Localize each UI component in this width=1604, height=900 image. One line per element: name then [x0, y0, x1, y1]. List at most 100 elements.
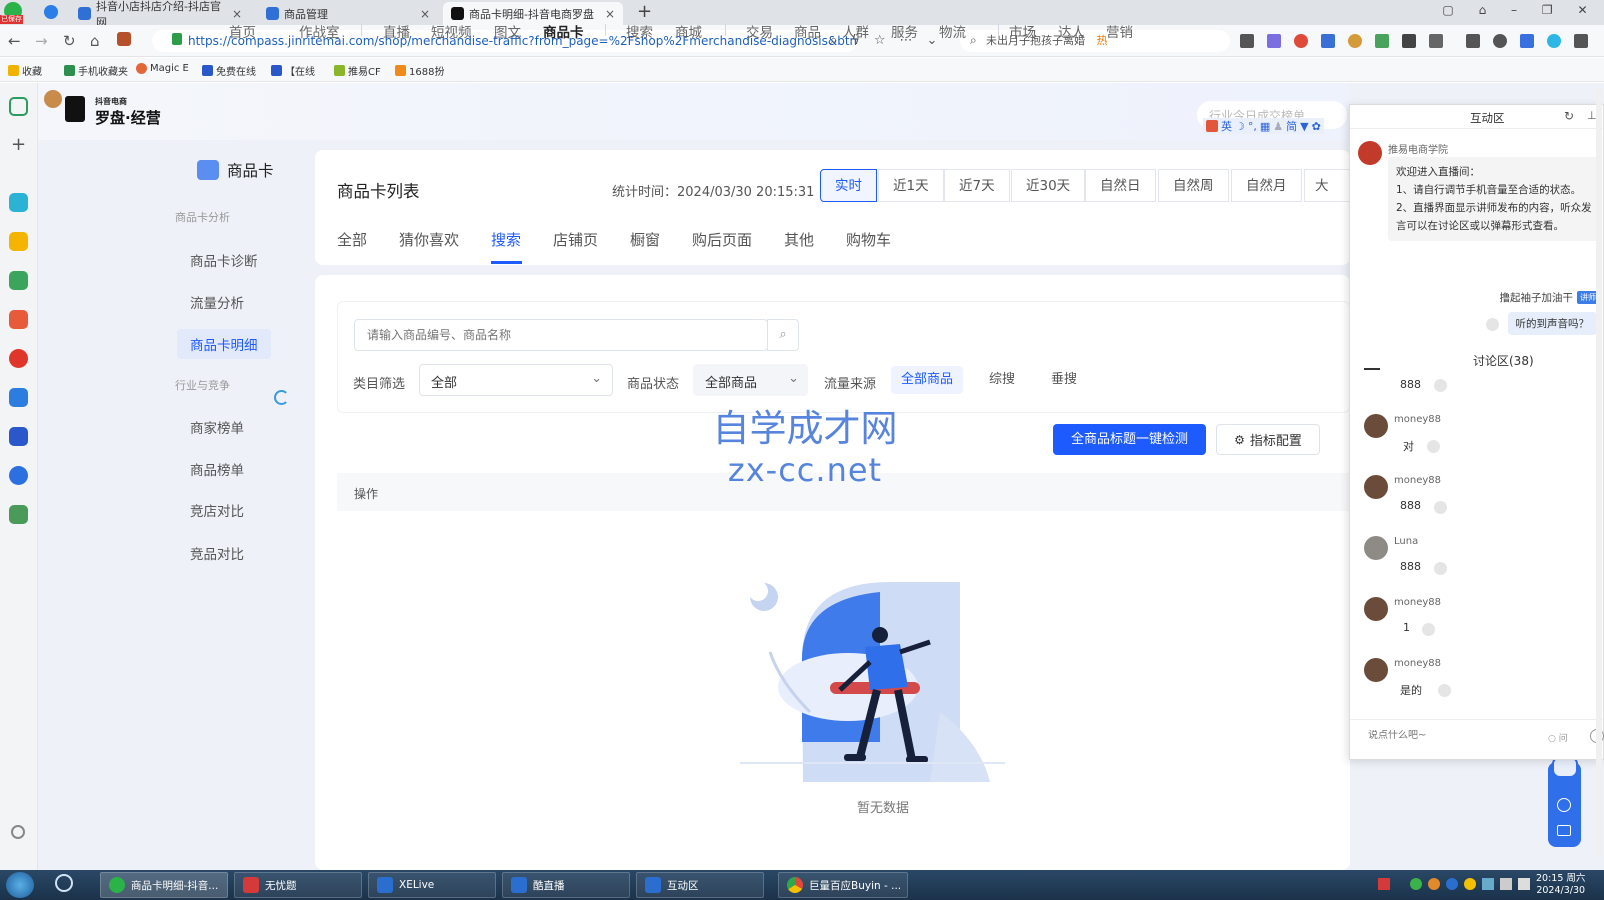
brand-name[interactable]: 罗盘·经营 — [95, 107, 161, 128]
close-icon[interactable]: × — [232, 7, 242, 21]
rail-app-icon[interactable] — [9, 271, 28, 290]
bookmark-item[interactable]: 收藏 — [8, 63, 42, 78]
ai-icon[interactable] — [1520, 34, 1534, 48]
minimize-icon[interactable]: – — [1511, 3, 1517, 17]
taskbar-item-buyin[interactable]: 巨量百应Buyin - ... — [778, 872, 908, 898]
ask-toggle[interactable]: ○ 问 — [1548, 731, 1568, 744]
ime-english-icon[interactable]: 英 — [1221, 118, 1232, 134]
reaction-icon[interactable] — [1434, 562, 1447, 575]
home-icon[interactable]: ⌂ — [90, 32, 100, 50]
time-week-button[interactable]: 自然周 — [1158, 169, 1229, 202]
ime-user-icon[interactable]: ♟ — [1273, 120, 1283, 133]
nav-image-text[interactable]: 图文 — [494, 21, 521, 41]
time-30d-button[interactable]: 近30天 — [1011, 169, 1086, 202]
nav-trade[interactable]: 交易 — [746, 21, 773, 41]
bookmark-item[interactable]: Magic E — [136, 63, 189, 74]
web-search-field[interactable]: 未出月子抱孩子离婚 热 — [960, 30, 1230, 52]
tray-app-icon[interactable] — [1482, 878, 1494, 890]
title-check-button[interactable]: 全商品标题一键检测 — [1053, 424, 1206, 455]
ext-blue-icon[interactable] — [1547, 34, 1561, 48]
nav-home[interactable]: 首页 — [229, 21, 256, 41]
sidebar-item-product-rank[interactable]: 商品榜单 — [190, 459, 244, 479]
source-all-chip[interactable]: 全部商品 — [891, 366, 964, 394]
panel-scrollbar[interactable] — [1596, 88, 1602, 858]
bookmark-item[interactable]: 免费在线 — [202, 63, 256, 78]
time-7d-button[interactable]: 近7天 — [944, 169, 1010, 202]
shirt-icon[interactable]: ⌂ — [1479, 3, 1487, 17]
source-general-search-chip[interactable]: 综搜 — [979, 366, 1025, 394]
settings-icon[interactable] — [11, 825, 25, 839]
nav-war-room[interactable]: 作战室 — [299, 21, 340, 41]
reaction-icon[interactable] — [1486, 318, 1499, 331]
ime-keyboard-icon[interactable]: ▦ — [1260, 120, 1270, 133]
add-icon[interactable]: + — [9, 136, 28, 155]
bookmark-item[interactable]: 推易CF — [334, 63, 381, 78]
time-realtime-button[interactable]: 实时 — [820, 169, 877, 202]
start-button[interactable] — [6, 872, 34, 898]
close-window-icon[interactable]: ✕ — [1577, 3, 1587, 17]
nav-market[interactable]: 市场 — [1009, 21, 1036, 41]
tab-doudian[interactable]: 抖音小店抖店介绍-抖店官网 × — [70, 0, 250, 29]
undo-icon[interactable] — [1493, 34, 1507, 48]
help-icon[interactable] — [1557, 798, 1571, 812]
status-select[interactable]: 全部商品 ⌄ — [693, 364, 808, 396]
menu-icon[interactable] — [1574, 34, 1588, 48]
chat-input[interactable] — [1368, 730, 1528, 741]
restore-icon[interactable]: ❐ — [1542, 3, 1553, 17]
nav-live[interactable]: 直播 — [383, 21, 410, 41]
reaction-icon[interactable] — [1427, 440, 1440, 453]
taskbar-item-app[interactable]: 无忧题 — [234, 872, 362, 898]
taskbar-item-live[interactable]: 酷直播 — [502, 872, 630, 898]
reaction-icon[interactable] — [1434, 501, 1447, 514]
tab-all[interactable]: 全部 — [337, 229, 367, 250]
sidebar-item-product-compare[interactable]: 竞品对比 — [190, 543, 244, 563]
tab-other[interactable]: 其他 — [784, 229, 814, 250]
ime-logo-icon[interactable] — [1206, 120, 1218, 132]
scissors-icon[interactable] — [1240, 34, 1254, 48]
extension-icon[interactable] — [117, 32, 131, 46]
tab-search[interactable]: 搜索 — [491, 229, 521, 250]
ime-skin-icon[interactable]: ▼ — [1300, 120, 1308, 133]
nav-marketing[interactable]: 营销 — [1106, 21, 1133, 41]
home-icon[interactable] — [9, 97, 28, 116]
search-icon[interactable] — [55, 874, 73, 892]
zoom-icon[interactable]: ⌕ — [830, 33, 837, 48]
sidebar-item-diagnosis[interactable]: 商品卡诊断 — [190, 250, 258, 270]
ext-red-icon[interactable] — [1294, 34, 1308, 48]
sidebar-item-detail[interactable]: 商品卡明细 — [177, 329, 271, 359]
refresh-icon[interactable]: ↻ — [1564, 109, 1574, 123]
time-promo-button[interactable]: 大促 — [1304, 169, 1349, 202]
search-button[interactable]: ⌕ — [767, 319, 799, 351]
tray-app-icon[interactable] — [1428, 878, 1440, 890]
ext-screen-icon[interactable] — [1402, 34, 1416, 48]
chevron-down-icon[interactable]: ⌄ — [927, 33, 938, 48]
ime-moon-icon[interactable]: ☽ — [1235, 120, 1245, 133]
rail-app-icon[interactable] — [9, 388, 28, 407]
nav-short-video[interactable]: 短视频 — [431, 21, 472, 41]
scissors-icon[interactable] — [9, 505, 28, 524]
ext-purple-icon[interactable] — [1267, 34, 1281, 48]
rail-app-icon[interactable] — [9, 466, 28, 485]
rail-app-icon[interactable] — [9, 232, 28, 251]
bookmark-item[interactable]: 【在线 — [271, 63, 315, 78]
time-month-button[interactable]: 自然月 — [1231, 169, 1302, 202]
nav-service[interactable]: 服务 — [891, 21, 918, 41]
source-vertical-search-chip[interactable]: 垂搜 — [1041, 366, 1087, 394]
bookmark-item[interactable]: 手机收藏夹 — [64, 63, 128, 78]
time-day-button[interactable]: 自然日 — [1085, 169, 1156, 202]
rail-app-icon[interactable] — [9, 349, 28, 368]
reaction-icon[interactable] — [1422, 623, 1435, 636]
network-icon[interactable] — [1500, 878, 1512, 890]
rail-app-icon[interactable] — [9, 193, 28, 212]
tray-app-icon[interactable] — [1410, 878, 1422, 890]
taskbar-item-xelive[interactable]: XELive — [368, 872, 496, 898]
tab-showcase[interactable]: 橱窗 — [630, 229, 660, 250]
mail-icon[interactable] — [1321, 34, 1335, 48]
nav-goods[interactable]: 商品 — [794, 21, 821, 41]
pinned-tab-icon[interactable] — [44, 5, 58, 19]
time-1d-button[interactable]: 近1天 — [878, 169, 944, 202]
product-search-input[interactable] — [354, 319, 768, 351]
ext-dog-icon[interactable] — [1348, 34, 1362, 48]
rail-app-icon[interactable] — [9, 427, 28, 446]
ext-green-icon[interactable] — [1375, 34, 1389, 48]
